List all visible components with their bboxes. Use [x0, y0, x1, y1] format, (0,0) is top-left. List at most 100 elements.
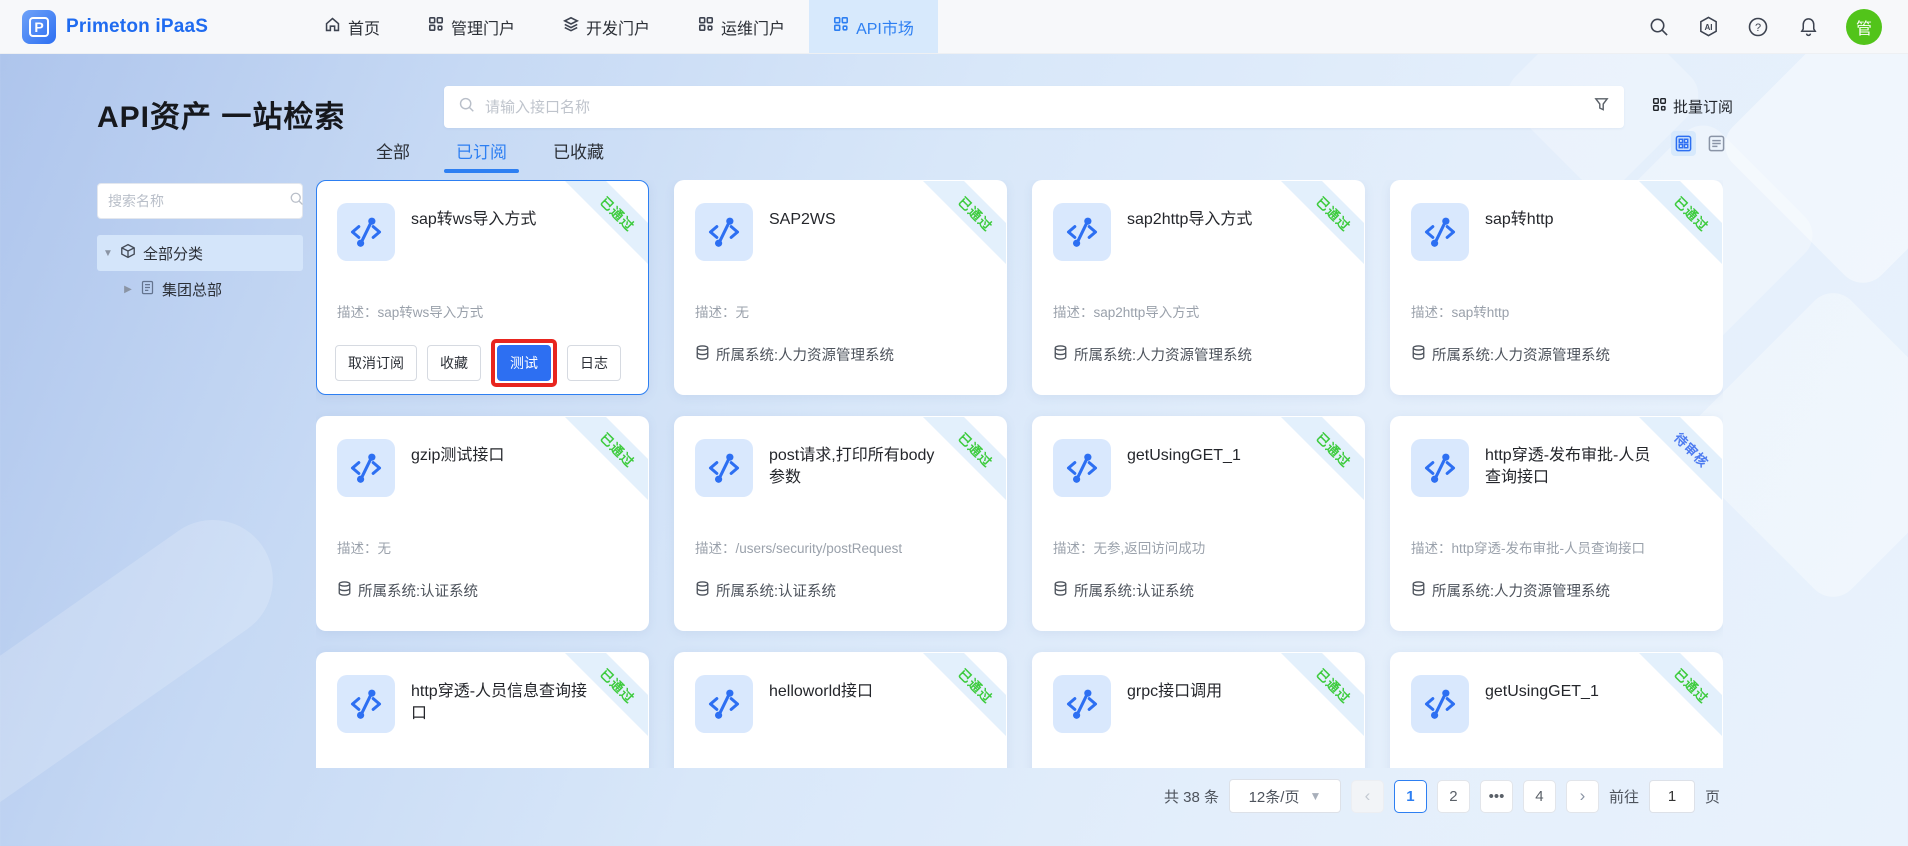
card-action-button[interactable]: 日志 — [567, 345, 621, 381]
api-card[interactable]: 已通过 sap2http导入方式 描述：sap2http导入方式 所属系统:人力… — [1032, 180, 1365, 395]
database-icon — [695, 345, 710, 364]
api-card[interactable]: 已通过 getUsingGET_1 — [1390, 652, 1723, 768]
batch-subscribe-button[interactable]: 批量订阅 — [1652, 96, 1733, 117]
api-icon — [695, 203, 753, 261]
api-card[interactable]: 待审核 http穿透-发布审批-人员查询接口 描述：http穿透-发布审批-人员… — [1390, 416, 1723, 631]
document-icon — [140, 280, 155, 299]
tab-subscribed[interactable]: 已订阅 — [444, 138, 519, 173]
page-button-1[interactable]: 1 — [1393, 779, 1427, 813]
api-card[interactable]: 已通过 http穿透-人员信息查询接口 — [316, 652, 649, 768]
api-card[interactable]: 已通过 SAP2WS 描述：无 所属系统:人力资源管理系统 — [674, 180, 1007, 395]
page-button-4[interactable]: 4 — [1522, 779, 1556, 813]
next-page-button[interactable]: › — [1565, 779, 1599, 813]
bell-icon[interactable] — [1796, 15, 1820, 39]
description-value: 无 — [377, 541, 392, 556]
database-icon — [337, 581, 352, 600]
api-icon — [337, 439, 395, 497]
search-icon — [289, 191, 304, 211]
api-icon — [1411, 675, 1469, 733]
description-label: 描述： — [695, 305, 736, 320]
nav-item-ops-portal[interactable]: 运维门户 — [674, 0, 809, 53]
api-card[interactable]: 已通过 sap转http 描述：sap转http 所属系统:人力资源管理系统 — [1390, 180, 1723, 395]
api-icon — [695, 675, 753, 733]
nav-item-admin-portal[interactable]: 管理门户 — [404, 0, 539, 53]
filter-icon[interactable] — [1593, 96, 1610, 118]
api-card-title: http穿透-发布审批-人员查询接口 — [1485, 447, 1651, 486]
api-card-title: http穿透-人员信息查询接口 — [411, 683, 588, 722]
system-value: 所属系统:认证系统 — [358, 584, 479, 600]
grid-icon — [698, 16, 714, 37]
ai-icon[interactable]: AI — [1696, 15, 1720, 39]
api-icon — [337, 675, 395, 733]
api-icon — [1411, 203, 1469, 261]
tree-item-group-hq[interactable]: ▶ 集团总部 — [97, 271, 303, 307]
tab-all[interactable]: 全部 — [376, 138, 410, 173]
navbar-tools: AI ? 管 — [1646, 0, 1908, 53]
card-action-button[interactable]: 取消订阅 — [335, 345, 417, 381]
chevron-down-icon: ▼ — [1309, 789, 1322, 803]
nav-item-api-market[interactable]: API市场 — [809, 0, 938, 53]
api-icon — [695, 439, 753, 497]
api-card-description: 描述：无参,返回访问成功 — [1053, 537, 1344, 557]
api-card-title: getUsingGET_1 — [1127, 447, 1241, 464]
brand[interactable]: P Primeton iPaaS — [0, 0, 300, 53]
nav-item-label: 首页 — [348, 20, 381, 38]
api-card-title: gzip测试接口 — [411, 447, 505, 464]
description-value: sap转ws导入方式 — [377, 305, 484, 320]
search-icon[interactable] — [1646, 15, 1670, 39]
search-icon — [458, 96, 475, 118]
api-icon — [1411, 439, 1469, 497]
description-value: 无参,返回访问成功 — [1093, 541, 1206, 556]
description-value: /users/security/postRequest — [735, 541, 903, 556]
card-action-button[interactable]: 测试 — [497, 345, 551, 381]
tree-item-label: 全部分类 — [143, 245, 204, 263]
goto-page-input[interactable] — [1648, 779, 1695, 813]
grid-view-icon[interactable] — [1671, 131, 1696, 156]
api-icon — [1053, 675, 1111, 733]
api-card-system: 所属系统:人力资源管理系统 — [1411, 344, 1708, 365]
caret-down-icon[interactable]: ▼ — [103, 248, 113, 259]
pagination-bar: 共 38 条 12条/页 ▼ ‹ 1 2 ••• 4 › 前往 页 — [1164, 779, 1720, 813]
prev-page-button[interactable]: ‹ — [1350, 779, 1384, 813]
system-value: 所属系统:人力资源管理系统 — [1432, 348, 1611, 364]
page-size-value: 12条/页 — [1248, 788, 1300, 806]
list-view-icon[interactable] — [1704, 131, 1729, 156]
system-value: 所属系统:人力资源管理系统 — [1074, 348, 1253, 364]
tab-favorited[interactable]: 已收藏 — [553, 138, 604, 173]
system-value: 所属系统:认证系统 — [1074, 584, 1195, 600]
page-size-select[interactable]: 12条/页 ▼ — [1228, 779, 1341, 813]
caret-right-icon[interactable]: ▶ — [123, 284, 133, 295]
api-card-description: 描述：无 — [695, 301, 986, 321]
description-label: 描述： — [1053, 305, 1094, 320]
highlight-annotation: 测试 — [491, 339, 557, 387]
brand-name: Primeton iPaaS — [66, 15, 209, 37]
user-avatar[interactable]: 管 — [1846, 8, 1882, 45]
api-search-input[interactable] — [485, 98, 1593, 116]
api-card-title: sap2http导入方式 — [1127, 211, 1253, 228]
api-card[interactable]: 已通过 helloworld接口 — [674, 652, 1007, 768]
nav-item-home[interactable]: 首页 — [300, 0, 404, 53]
nav-item-dev-portal[interactable]: 开发门户 — [539, 0, 674, 53]
api-card-title: grpc接口调用 — [1127, 683, 1223, 700]
api-card[interactable]: 已通过 post请求,打印所有body参数 描述：/users/security… — [674, 416, 1007, 631]
tree-item-all-categories[interactable]: ▼ 全部分类 — [97, 235, 303, 271]
nav-item-label: 管理门户 — [451, 20, 516, 38]
api-icon — [1053, 203, 1111, 261]
help-icon[interactable]: ? — [1746, 15, 1770, 39]
system-value: 所属系统:人力资源管理系统 — [716, 348, 895, 364]
page-ellipsis[interactable]: ••• — [1479, 779, 1513, 813]
view-toggles — [1671, 131, 1729, 156]
system-value: 所属系统:人力资源管理系统 — [1432, 584, 1611, 600]
card-action-button[interactable]: 收藏 — [427, 345, 481, 381]
sidebar-search-input[interactable] — [108, 193, 289, 209]
api-card[interactable]: 已通过 gzip测试接口 描述：无 所属系统:认证系统 — [316, 416, 649, 631]
api-card[interactable]: 已通过 grpc接口调用 — [1032, 652, 1365, 768]
nav-item-label: 开发门户 — [586, 20, 651, 38]
description-value: 无 — [735, 305, 750, 320]
page-button-2[interactable]: 2 — [1436, 779, 1470, 813]
api-card[interactable]: 已通过 getUsingGET_1 描述：无参,返回访问成功 所属系统:认证系统 — [1032, 416, 1365, 631]
system-value: 所属系统:认证系统 — [716, 584, 837, 600]
database-icon — [1411, 345, 1426, 364]
api-card[interactable]: 已通过 sap转ws导入方式 描述：sap转ws导入方式 取消订阅 收藏 测试 日志 — [316, 180, 649, 395]
api-card-title: getUsingGET_1 — [1485, 683, 1599, 700]
